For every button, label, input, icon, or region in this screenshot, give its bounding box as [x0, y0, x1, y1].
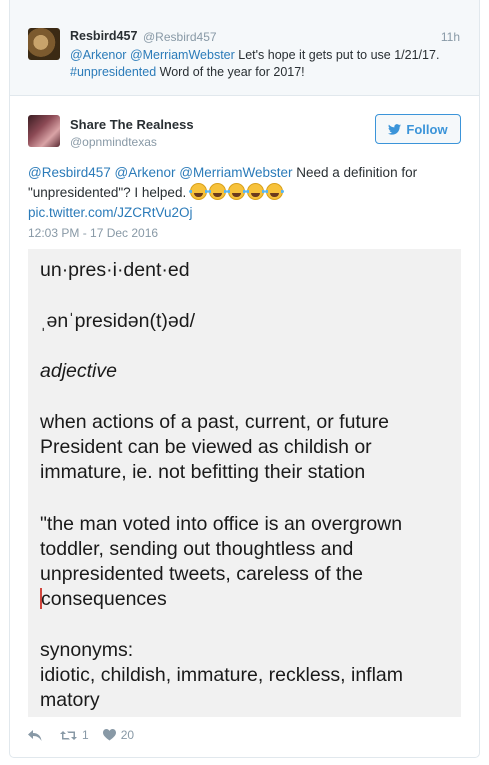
- tears-of-joy-emoji-icon: [245, 183, 265, 200]
- tears-of-joy-emoji-icon: [188, 183, 208, 200]
- definition-line: immature, ie. not befitting their statio…: [40, 461, 366, 483]
- author-handle[interactable]: @opnmindtexas: [70, 135, 157, 149]
- parent-avatar[interactable]: [28, 28, 60, 60]
- author-name[interactable]: Share The Realness: [70, 117, 194, 132]
- definition-line: when actions of a past, current, or futu…: [40, 411, 390, 433]
- follow-label: Follow: [406, 121, 448, 137]
- emoji-group: [188, 183, 285, 200]
- pic-link[interactable]: pic.twitter.com/JZCRtVu2Oj: [28, 205, 193, 220]
- tears-of-joy-emoji-icon: [207, 183, 227, 200]
- definition-part-of-speech: adjective: [40, 360, 117, 382]
- heart-icon[interactable]: [102, 729, 116, 741]
- mention-link[interactable]: @MerriamWebster: [130, 48, 235, 62]
- tweet-actions: 1 20: [28, 726, 134, 744]
- synonyms-line: idiotic, childish, immature, reckless, i…: [40, 664, 404, 686]
- example-line: unpresidented tweets, careless of the: [40, 563, 364, 585]
- reply-icon[interactable]: [28, 729, 42, 741]
- retweet-count: 1: [82, 728, 89, 742]
- like-count: 20: [120, 728, 135, 742]
- hashtag-link[interactable]: #unpresidented: [70, 65, 156, 79]
- parent-tweet[interactable]: Resbird457 @Resbird457 11h @Arkenor @Mer…: [10, 0, 479, 96]
- mention-link[interactable]: @Resbird457: [28, 165, 111, 180]
- twitter-bird-icon: [388, 123, 402, 135]
- author-avatar[interactable]: [28, 115, 60, 147]
- definition-headword: un·pres·i·dent·ed: [40, 259, 190, 281]
- mention-link[interactable]: @Arkenor: [70, 48, 126, 62]
- parent-tweet-text: @Arkenor @MerriamWebster Let's hope it g…: [70, 47, 465, 81]
- synonyms-label: synonyms:: [40, 639, 134, 661]
- tweet-embed: Resbird457 @Resbird457 11h @Arkenor @Mer…: [9, 0, 480, 758]
- definition-line: President can be viewed as childish or: [40, 436, 372, 458]
- parent-text-segment: Let's hope it gets put to use 1/21/17.: [234, 48, 440, 62]
- example-line: "the man voted into office is an overgro…: [40, 513, 403, 535]
- synonyms-line: matory: [40, 689, 100, 711]
- parent-author-handle[interactable]: @Resbird457: [143, 30, 217, 44]
- mention-link[interactable]: @Arkenor: [115, 165, 176, 180]
- example-line: toddler, sending out thoughtless and: [40, 538, 354, 560]
- example-line-text: consequences: [41, 588, 167, 610]
- example-line-last: consequences: [40, 588, 167, 611]
- parent-author-name[interactable]: Resbird457: [70, 29, 137, 43]
- retweet-icon[interactable]: [60, 730, 77, 741]
- tweet-timestamp[interactable]: 12:03 PM - 17 Dec 2016: [28, 226, 158, 240]
- parent-text-segment: Word of the year for 2017!: [156, 65, 305, 79]
- follow-button[interactable]: Follow: [375, 114, 461, 144]
- definition-pronunciation: ˌənˈpresidən(t)əd/: [40, 310, 195, 332]
- tweet-text: @Resbird457 @Arkenor @MerriamWebster Nee…: [28, 163, 463, 203]
- definition-image[interactable]: un·pres·i·dent·ed ˌənˈpresidən(t)əd/ adj…: [28, 249, 461, 717]
- tears-of-joy-emoji-icon: [226, 183, 246, 200]
- tears-of-joy-emoji-icon: [264, 183, 284, 200]
- parent-timestamp[interactable]: 11h: [441, 30, 460, 44]
- mention-link[interactable]: @MerriamWebster: [179, 165, 292, 180]
